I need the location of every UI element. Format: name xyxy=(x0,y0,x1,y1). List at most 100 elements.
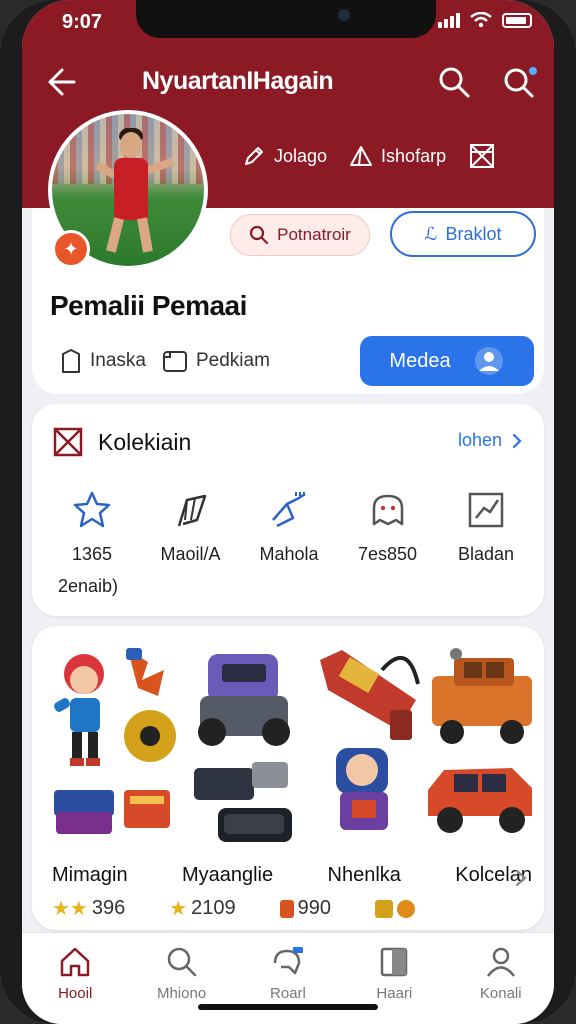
tab-label: Haari xyxy=(376,985,413,1002)
header-actions: Jolago Ishofarp xyxy=(242,142,496,170)
phone-frame: 9:07 NyuartanIHagain Jolago Ishofarp Pot… xyxy=(0,0,576,1024)
camera-dot xyxy=(338,9,350,21)
header-action-share[interactable]: Ishofarp xyxy=(349,144,446,168)
search-icon xyxy=(250,225,269,245)
door-icon xyxy=(62,349,80,373)
star-icon: ★ xyxy=(169,898,188,920)
tab-home[interactable]: Hooil xyxy=(32,945,118,1024)
category-item[interactable]: Mahola xyxy=(243,490,335,565)
search-icon[interactable] xyxy=(436,64,472,100)
home-icon xyxy=(60,947,90,977)
tab-label: Mhiono xyxy=(156,985,207,1002)
bookmark-icon xyxy=(470,144,495,168)
person-icon xyxy=(486,947,515,977)
bottom-tab-bar: Hooil Mhiono Roarl Haari Konali xyxy=(22,932,554,1024)
category-label: Mahola xyxy=(259,544,319,564)
notch xyxy=(136,0,436,38)
category-label: Bladan xyxy=(457,544,515,564)
car-toy-image[interactable] xyxy=(424,640,540,840)
triangle-icon xyxy=(350,146,373,166)
header-action-bookmark[interactable] xyxy=(468,142,496,170)
meta-label: Inaska xyxy=(90,350,146,371)
category-item[interactable]: Maoil/A xyxy=(145,490,237,565)
tab-search[interactable]: Mhiono xyxy=(139,945,225,1024)
price-value: 396 xyxy=(91,897,126,919)
signal-icon xyxy=(438,12,460,28)
category-label: Maoil/A xyxy=(160,544,221,564)
profile-meta: Inaska Pedkiam xyxy=(60,348,270,374)
meta-item-card[interactable]: Pedkiam xyxy=(162,349,270,373)
category-label: 1365 xyxy=(71,544,113,564)
message-button-label: Medea xyxy=(389,349,451,372)
item-price: ★ 2109 xyxy=(169,896,235,921)
chat-icon xyxy=(273,947,303,975)
screen: 9:07 NyuartanIHagain Jolago Ishofarp Pot… xyxy=(22,0,554,1024)
status-icons xyxy=(438,12,532,28)
status-time: 9:07 xyxy=(62,11,103,33)
card-icon xyxy=(162,351,187,372)
collection-card: Kolekiain lohen 1365 Maoil/A Mahola 7es8… xyxy=(32,404,544,616)
pencil-icon xyxy=(245,147,263,165)
coin-icon xyxy=(375,899,394,918)
search-chip-label: Potnatroir xyxy=(277,225,351,244)
collection-header: Kolekiain xyxy=(52,426,191,458)
bird-icon xyxy=(272,492,306,528)
chevron-right-icon xyxy=(512,433,522,448)
profile-name: Pemalii Pemaai xyxy=(50,290,247,321)
search-notification-icon[interactable] xyxy=(500,64,540,100)
back-arrow-icon[interactable] xyxy=(44,64,84,100)
star-badge-icon xyxy=(73,491,111,528)
category-item[interactable]: 1365 xyxy=(46,490,138,565)
collection-see-all[interactable]: lohen xyxy=(458,430,522,451)
category-item[interactable]: 7es850 xyxy=(342,490,434,565)
message-button[interactable]: Medea xyxy=(360,336,534,386)
wifi-icon xyxy=(470,12,492,28)
follow-chip-label: Braklot xyxy=(445,223,502,244)
item-price: 990 xyxy=(279,896,332,921)
tab-label: Konali xyxy=(479,985,522,1002)
user-chat-icon xyxy=(474,347,503,375)
collection-title: Kolekiain xyxy=(98,428,192,455)
header-action-edit[interactable]: Jolago xyxy=(242,144,327,168)
category-label: 7es850 xyxy=(357,544,418,564)
book-icon xyxy=(381,947,408,977)
header-action-label: Jolago xyxy=(274,145,328,166)
see-all-label: lohen xyxy=(457,430,502,450)
item-price: ★★ 396 xyxy=(52,896,125,921)
tab-label: Roarl xyxy=(270,985,306,1002)
category-subtext: 2enaib) xyxy=(58,576,119,596)
item-price xyxy=(375,896,416,921)
chevron-right-icon[interactable] xyxy=(514,868,528,888)
chart-icon xyxy=(468,492,504,528)
header-action-label: Ishofarp xyxy=(381,145,447,166)
crossed-box-icon xyxy=(53,427,83,457)
top-bar: NyuartanIHagain xyxy=(22,56,554,108)
search-icon xyxy=(167,947,196,977)
tab-chat[interactable]: Roarl xyxy=(245,945,331,1024)
category-item[interactable]: Bladan xyxy=(440,490,532,565)
tab-library[interactable]: Haari xyxy=(351,945,437,1024)
item-name[interactable]: Mimagin xyxy=(52,864,128,887)
bookmark-icon: ℒ xyxy=(424,223,438,244)
items-card: Mimagin Myaanglie Nhenlka Kolcelan ★★ 39… xyxy=(32,626,544,930)
flag-icon xyxy=(177,494,206,527)
fox-badge-icon: ✦ xyxy=(52,230,90,268)
star-icon: ★★ xyxy=(52,898,88,920)
tab-profile[interactable]: Konali xyxy=(458,945,544,1024)
meta-item-location[interactable]: Inaska xyxy=(60,348,146,374)
price-value: 990 xyxy=(297,897,332,919)
blaster-toy-image[interactable] xyxy=(312,640,428,840)
tab-label: Hooil xyxy=(58,985,93,1002)
figure-toy-image[interactable] xyxy=(50,640,180,850)
item-name[interactable]: Nhenlka xyxy=(328,864,401,887)
follow-chip[interactable]: ℒ Braklot xyxy=(390,211,536,257)
robot-toy-image[interactable] xyxy=(192,644,304,844)
coin-icon xyxy=(397,899,416,918)
item-prices: ★★ 396 ★ 2109 990 xyxy=(52,896,452,921)
battery-icon xyxy=(502,12,532,28)
item-names: Mimagin Myaanglie Nhenlka Kolcelan xyxy=(52,864,532,887)
coin-icon xyxy=(279,899,294,918)
meta-label: Pedkiam xyxy=(195,350,270,371)
search-chip[interactable]: Potnatroir xyxy=(230,214,370,256)
item-name[interactable]: Myaanglie xyxy=(182,864,273,887)
